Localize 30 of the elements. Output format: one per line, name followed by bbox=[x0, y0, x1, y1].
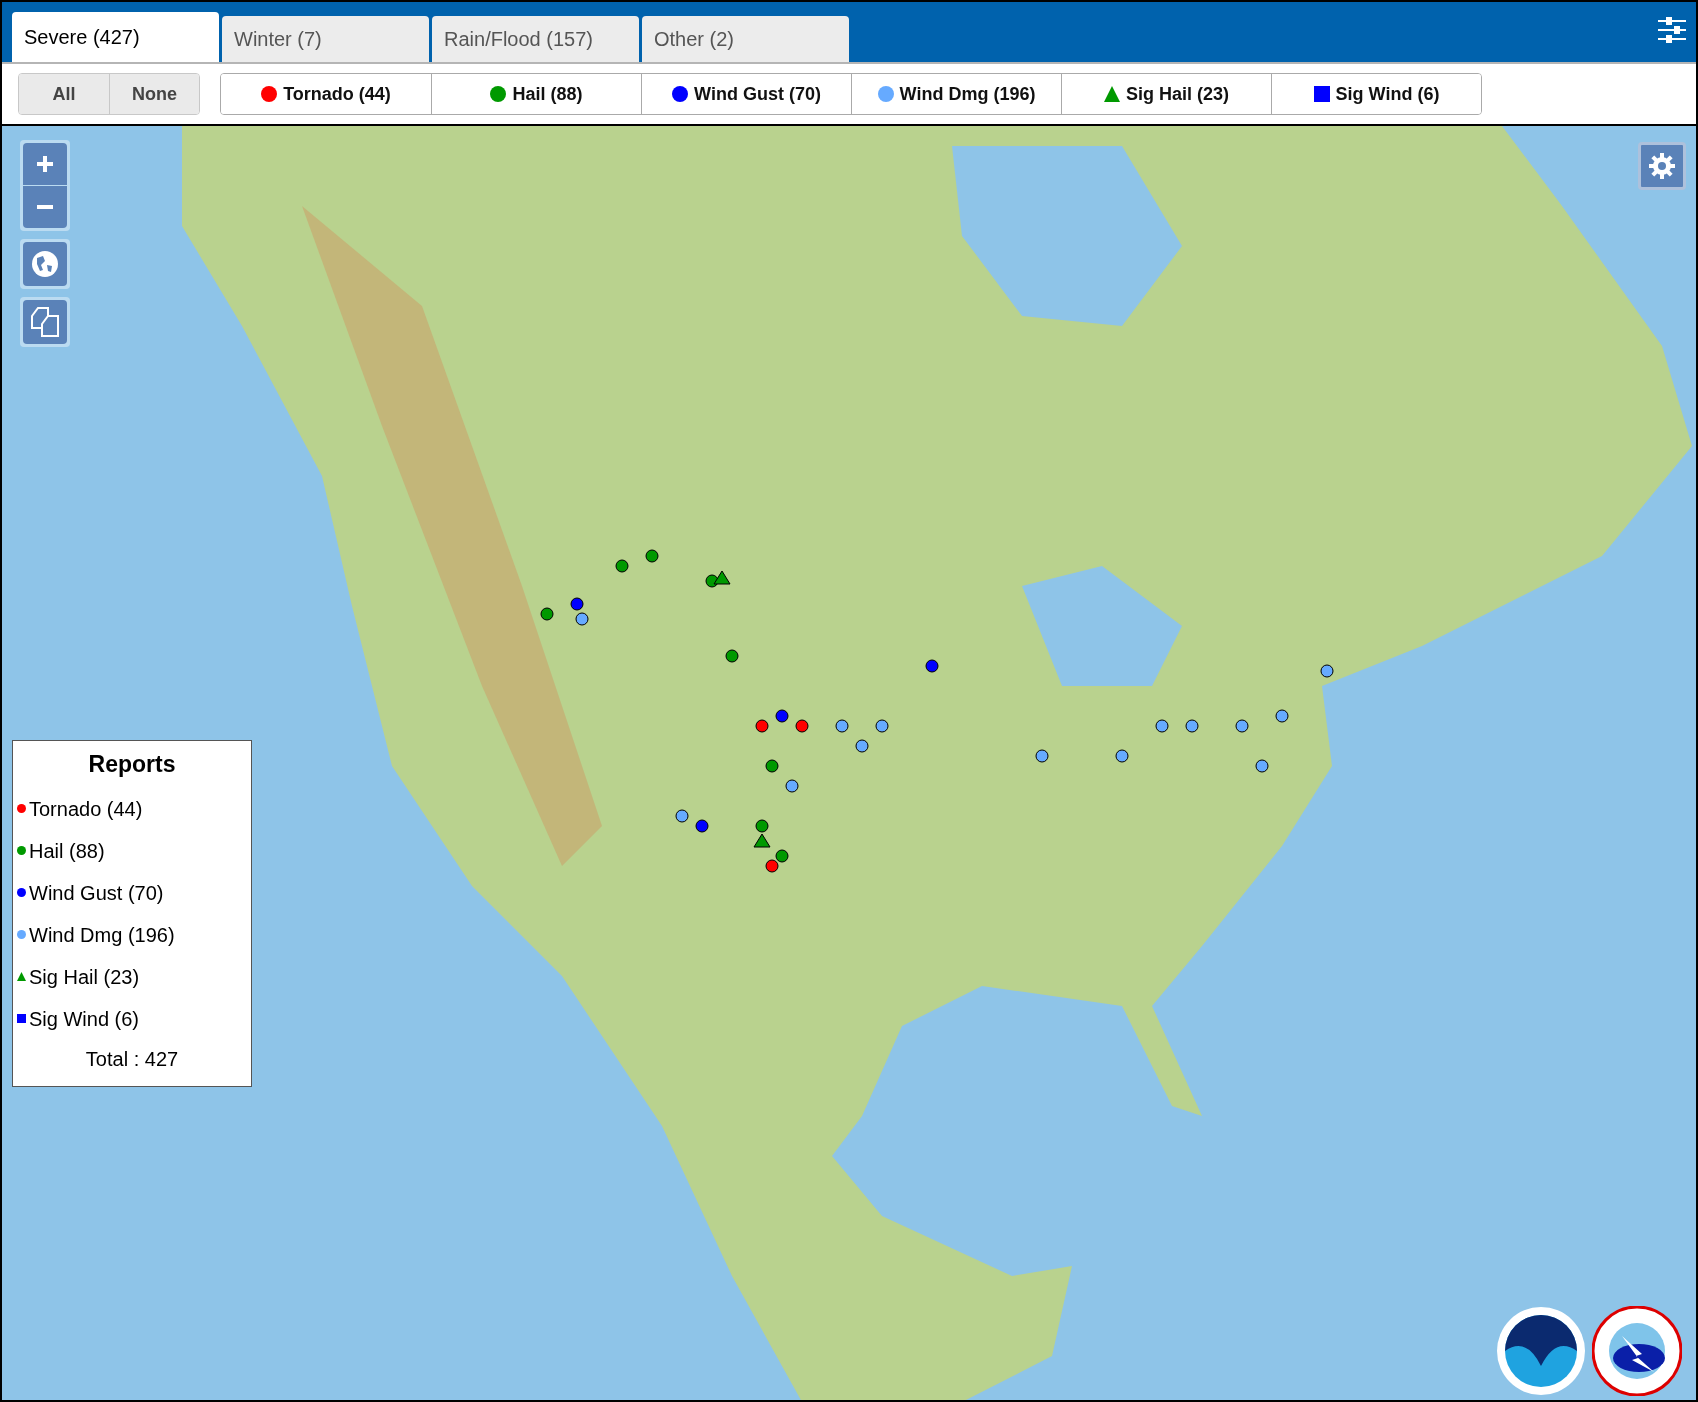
minus-icon bbox=[37, 205, 53, 209]
legend-total: Total : 427 bbox=[84, 1046, 180, 1072]
legend-label: Sig Hail (23) bbox=[29, 964, 140, 990]
report-markers-drawing[interactable] bbox=[540, 549, 1334, 873]
filter-button[interactable]: None bbox=[109, 74, 199, 114]
globe-icon bbox=[31, 250, 59, 278]
legend-label: Sig Wind (6) bbox=[29, 1006, 140, 1032]
copy-button[interactable] bbox=[23, 300, 67, 344]
settings-button[interactable] bbox=[1638, 142, 1686, 190]
tab[interactable]: Severe (427) bbox=[12, 12, 219, 62]
legend-label: Wind Dmg (196) bbox=[29, 922, 175, 948]
globe-button[interactable] bbox=[23, 242, 67, 286]
settings-icon bbox=[1648, 152, 1676, 180]
legend-label: Hail (88) bbox=[29, 838, 105, 864]
map-drawing[interactable] bbox=[2, 126, 1696, 1400]
nws-logo-icon bbox=[1592, 1306, 1682, 1396]
tab[interactable]: Other (2) bbox=[642, 16, 849, 62]
zoom-out-button[interactable] bbox=[23, 186, 67, 228]
legend-label: Tornado (44) bbox=[29, 796, 143, 822]
copy-icon bbox=[30, 306, 60, 338]
legend-label: Wind Gust (70) bbox=[29, 880, 164, 906]
zoom-in-button[interactable] bbox=[23, 143, 67, 185]
filter-button[interactable]: All bbox=[19, 74, 109, 114]
sliders-icon[interactable] bbox=[1658, 16, 1686, 44]
plus-icon bbox=[37, 156, 53, 172]
legend-title: Reports bbox=[87, 750, 177, 779]
noaa-logo-icon bbox=[1496, 1306, 1586, 1396]
tab[interactable]: Rain/Flood (157) bbox=[432, 16, 639, 62]
tab[interactable]: Winter (7) bbox=[222, 16, 429, 62]
category-toggle[interactable]: Sig Wind (6) bbox=[1271, 74, 1481, 114]
